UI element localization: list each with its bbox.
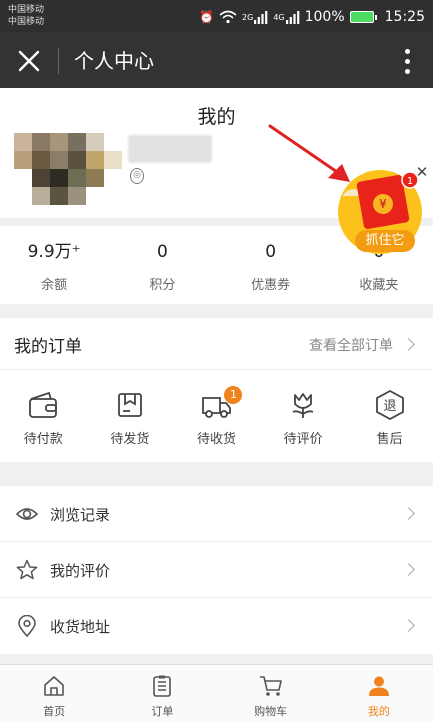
- red-packet-label[interactable]: 抓住它: [355, 230, 415, 252]
- tab-label: 首页: [43, 705, 66, 718]
- battery-percent: 100%: [304, 9, 345, 25]
- chevron-right-icon: [402, 619, 415, 632]
- stat-value: 9.9万⁺: [27, 242, 81, 262]
- close-icon: [18, 50, 40, 72]
- red-packet-close-icon[interactable]: ✕: [414, 164, 430, 180]
- signal-icon-2: [285, 10, 299, 24]
- tab-home[interactable]: 首页: [0, 665, 108, 722]
- chevron-right-icon[interactable]: [402, 338, 415, 351]
- user-icon: [368, 676, 389, 696]
- close-button[interactable]: [12, 44, 46, 78]
- stat-coupons[interactable]: 0 优惠券: [217, 226, 325, 304]
- title-bar: 个人中心: [0, 33, 433, 88]
- tab-cart[interactable]: 购物车: [217, 665, 325, 722]
- carrier-name-2: 中国移动: [8, 17, 45, 27]
- status-bar: 中国移动 中国移动 ⏰ 2G 4G 100% 15:25: [0, 0, 433, 33]
- stat-label: 优惠券: [251, 278, 291, 293]
- tab-label: 订单: [151, 705, 174, 718]
- carrier-name-1: 中国移动: [8, 5, 45, 15]
- more-dot-icon: [404, 68, 410, 74]
- clock: 15:25: [384, 9, 425, 25]
- wallet-icon: [29, 391, 58, 418]
- stat-points[interactable]: 0 积分: [108, 226, 216, 304]
- menu-item-label: 我的评价: [50, 562, 111, 580]
- network-type-2: 4G: [273, 12, 285, 22]
- package-icon: [117, 393, 142, 417]
- order-status-after-sales[interactable]: 退 售后: [346, 370, 433, 462]
- more-dot-icon: [404, 58, 410, 64]
- home-icon: [44, 676, 64, 696]
- order-status-label: 待发货: [110, 432, 150, 447]
- stat-label: 积分: [149, 278, 176, 293]
- stat-value: 0: [265, 242, 277, 262]
- order-status-label: 售后: [376, 432, 403, 447]
- menu-item-label: 浏览记录: [50, 506, 111, 524]
- order-status-label: 待评价: [283, 432, 323, 447]
- red-packet-badge: 1: [407, 176, 413, 187]
- username-blurred: [128, 135, 212, 163]
- status-icons: ⏰ 2G 4G 100% 15:25: [199, 7, 425, 27]
- order-status-pending-shipment[interactable]: 待发货: [87, 370, 174, 462]
- carrier-info: 中国移动 中国移动: [8, 4, 44, 28]
- menu-item-shipping-address[interactable]: 收货地址: [0, 598, 433, 654]
- profile-heading: 我的: [197, 106, 236, 128]
- page-title: 个人中心: [74, 49, 154, 73]
- order-status-pending-receipt[interactable]: 1 待收货: [173, 370, 260, 462]
- stat-label: 余额: [41, 278, 68, 293]
- order-status-label: 待付款: [23, 432, 63, 447]
- eye-icon: [16, 508, 38, 520]
- chevron-right-icon: [402, 507, 415, 520]
- stat-balance[interactable]: 9.9万⁺ 余额: [0, 226, 108, 304]
- location-icon: [18, 615, 36, 637]
- view-all-orders-link[interactable]: 查看全部订单: [309, 335, 393, 355]
- network-type-1: 2G: [242, 12, 254, 22]
- tab-label: 购物车: [254, 705, 288, 718]
- order-status-pending-review[interactable]: 待评价: [260, 370, 347, 462]
- tab-label: 我的: [367, 705, 390, 718]
- chevron-right-icon: [402, 563, 415, 576]
- more-options-button[interactable]: [395, 44, 419, 78]
- wifi-icon: [219, 10, 237, 24]
- stat-value: 0: [156, 242, 168, 262]
- menu-item-my-reviews[interactable]: 我的评价: [0, 542, 433, 598]
- more-dot-icon: [404, 48, 410, 54]
- avatar[interactable]: [14, 133, 122, 205]
- order-list-icon: [153, 675, 172, 697]
- cart-icon: [259, 676, 282, 696]
- bottom-tab-bar: 首页 订单 购物车 我的: [0, 664, 433, 722]
- order-status-label: 待收货: [196, 432, 236, 447]
- my-orders-title: 我的订单: [14, 337, 82, 357]
- alarm-icon: ⏰: [199, 10, 215, 24]
- stat-label: 收藏夹: [359, 278, 399, 293]
- menu-item-browse-history[interactable]: 浏览记录: [0, 486, 433, 542]
- title-divider: [58, 48, 59, 74]
- my-orders-header: 我的订单 查看全部订单: [0, 318, 433, 370]
- battery-icon: [349, 11, 377, 23]
- menu-list: 浏览记录 我的评价 收货地址: [0, 486, 433, 654]
- refund-glyph: 退: [383, 399, 396, 414]
- member-badge-icon: ◎: [130, 168, 144, 184]
- yuan-icon: ¥: [379, 197, 387, 211]
- star-icon: [16, 559, 38, 580]
- tab-me[interactable]: 我的: [325, 665, 433, 722]
- order-count-badge: 1: [224, 386, 243, 404]
- flower-icon: [292, 393, 314, 418]
- signal-icon: [254, 10, 268, 24]
- refund-icon: 退: [375, 390, 404, 420]
- tab-orders[interactable]: 订单: [108, 665, 216, 722]
- order-status-bar: 待付款 待发货 1 待收货 待评价 退 售后: [0, 370, 433, 462]
- order-status-pending-payment[interactable]: 待付款: [0, 370, 87, 462]
- menu-item-label: 收货地址: [50, 618, 111, 636]
